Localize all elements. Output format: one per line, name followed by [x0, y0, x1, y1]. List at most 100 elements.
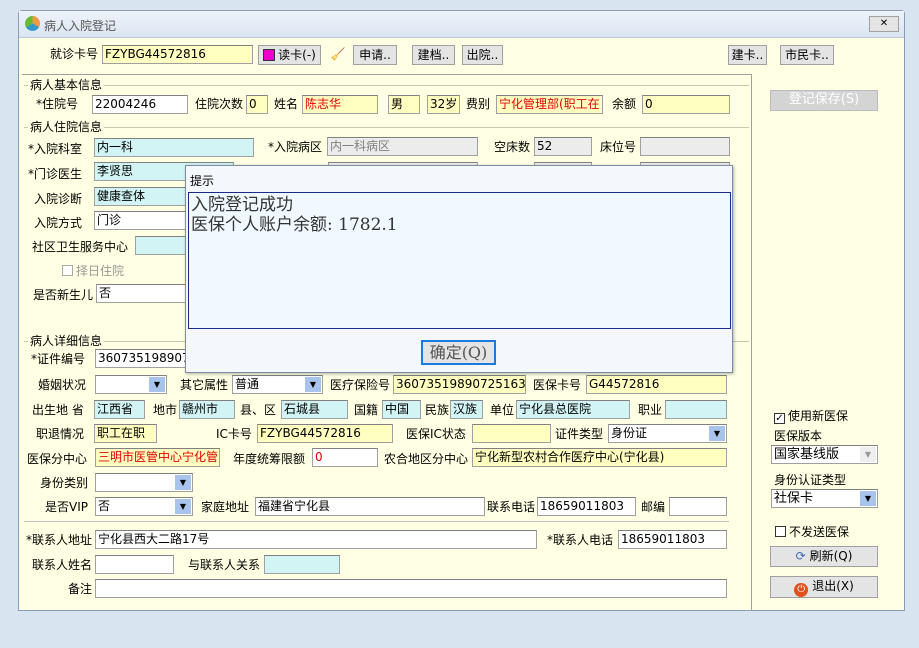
relation-input[interactable]	[264, 555, 340, 574]
create-card-button[interactable]: 建卡..	[728, 45, 767, 65]
times-input[interactable]: 0	[246, 95, 268, 114]
id-no-input[interactable]: 360735198907251	[95, 349, 195, 368]
checkbox-checked-icon: ✓	[774, 413, 785, 424]
id-type-select[interactable]: 身份证 ▼	[608, 424, 727, 443]
label: *联系人地址	[26, 533, 93, 547]
card-input[interactable]: FZYBG44572816	[102, 45, 253, 64]
label: 姓名	[274, 97, 299, 111]
schedule-checkbox[interactable]: 择日住院	[62, 264, 124, 278]
fee-type-input[interactable]: 宁化管理部(职工在	[496, 95, 603, 114]
label: 地市	[153, 403, 178, 417]
label: 联系人姓名	[32, 558, 93, 572]
insurance-center-input[interactable]: 三明市医管中心宁化管	[95, 448, 220, 467]
ic-card-input[interactable]: FZYBG44572816	[257, 424, 393, 443]
label: 医疗保险号	[330, 378, 391, 392]
marital-select[interactable]: ▼	[95, 375, 167, 394]
value: 否	[98, 499, 111, 513]
dept-input[interactable]: 内一科	[94, 138, 254, 157]
version-select[interactable]: 国家基线版 ▼	[771, 445, 878, 464]
message-line: 入院登记成功	[191, 195, 293, 215]
contact-address-input[interactable]: 宁化县西大二路17号	[95, 530, 537, 549]
ok-button[interactable]: 确定(Q)	[421, 340, 496, 365]
home-address-input[interactable]: 福建省宁化县	[255, 497, 485, 516]
insurance-card-input[interactable]: G44572816	[586, 375, 727, 394]
diagnosis-input[interactable]: 健康查体	[94, 187, 194, 206]
label: 是否VIP	[45, 500, 88, 514]
county-input[interactable]: 石城县	[281, 400, 348, 419]
label: 农合地区分中心	[384, 452, 469, 466]
sex-input[interactable]: 男	[388, 95, 420, 114]
nation-input[interactable]: 中国	[382, 400, 421, 419]
name-input[interactable]: 陈志华	[302, 95, 378, 114]
checkbox-icon	[62, 265, 73, 276]
close-button[interactable]: ✕	[869, 16, 899, 32]
refresh-icon: ⟳	[795, 549, 806, 563]
refresh-button[interactable]: ⟳ 刷新(Q)	[770, 546, 878, 567]
citizen-card-button[interactable]: 市民卡..	[780, 45, 834, 65]
chevron-down-icon: ▼	[175, 475, 191, 490]
power-icon: ⏻	[794, 583, 809, 597]
use-new-insurance-checkbox[interactable]: ✓ 使用新医保	[774, 409, 848, 424]
save-button[interactable]: 登记保存(S)	[770, 90, 878, 111]
exit-button[interactable]: ⏻ 退出(X)	[770, 576, 878, 598]
contact-phone-input[interactable]: 18659011803	[618, 530, 727, 549]
contact-name-input[interactable]	[95, 555, 174, 574]
ethnic-input[interactable]: 汉族	[450, 400, 483, 419]
chevron-down-icon: ▼	[709, 426, 725, 441]
label: *入院病区	[268, 140, 323, 154]
label: 医保IC状态	[406, 427, 466, 441]
archive-button[interactable]: 建档..	[412, 45, 455, 65]
label: 入院诊断	[34, 192, 83, 206]
annual-limit-input[interactable]: 0	[312, 448, 378, 467]
newborn-input[interactable]: 否	[96, 284, 196, 303]
retire-input[interactable]: 职工在职	[94, 424, 157, 443]
label: 使用新医保	[788, 409, 849, 423]
province-input[interactable]: 江西省	[94, 400, 145, 419]
insurance-no-input[interactable]: 360735198907251630	[393, 375, 526, 394]
rural-center-input[interactable]: 宁化新型农村合作医疗中心(宁化县)	[472, 448, 727, 467]
apply-button[interactable]: 申请..	[353, 45, 397, 65]
remark-input[interactable]	[95, 579, 727, 598]
label: 余额	[612, 97, 637, 111]
ward-input[interactable]: 内一科病区	[327, 137, 478, 156]
label: 医保版本	[774, 429, 823, 443]
phone-input[interactable]: 18659011803	[537, 497, 636, 516]
zip-input[interactable]	[669, 497, 727, 516]
label: 是否新生儿	[33, 288, 94, 302]
dialog-message: 入院登记成功 医保个人账户余额: 1782.1	[188, 192, 731, 329]
app-logo-icon	[25, 16, 40, 31]
label: 入院方式	[34, 216, 83, 230]
job-input[interactable]	[665, 400, 727, 419]
label: 职业	[638, 403, 663, 417]
chevron-down-icon: ▼	[149, 377, 165, 392]
city-input[interactable]: 赣州市	[179, 400, 235, 419]
card-reader-icon	[263, 49, 276, 61]
label: 备注	[68, 582, 93, 596]
label: 家庭地址	[201, 500, 250, 514]
age-input[interactable]: 32岁	[427, 95, 460, 114]
broom-icon[interactable]: 🧹	[328, 45, 348, 65]
no-send-checkbox[interactable]: 不发送医保	[775, 525, 849, 539]
mode-input[interactable]: 门诊	[94, 211, 194, 230]
auth-type-select[interactable]: 社保卡 ▼	[771, 489, 878, 508]
label: 县、区	[240, 403, 277, 417]
divider	[22, 74, 751, 75]
identity-select[interactable]: ▼	[95, 473, 193, 492]
inpatient-no-input[interactable]: 22004246	[92, 95, 188, 114]
beds-input: 52	[534, 137, 592, 156]
vip-select[interactable]: 否 ▼	[95, 497, 193, 516]
label: 身份认证类型	[774, 473, 847, 487]
discharge-button[interactable]: 出院..	[462, 45, 503, 65]
ic-status-input[interactable]	[472, 424, 551, 443]
balance-input[interactable]: 0	[642, 95, 730, 114]
label: 单位	[490, 403, 515, 417]
label: *证件编号	[31, 352, 86, 366]
bed-no-input[interactable]	[640, 137, 730, 156]
label: 住院次数	[195, 97, 244, 111]
unit-input[interactable]: 宁化县总医院	[516, 400, 630, 419]
group-title: 病人详细信息	[28, 334, 105, 348]
read-card-button[interactable]: 读卡(-)	[258, 45, 321, 65]
label: 空床数	[494, 140, 531, 154]
label: 社区卫生服务中心	[32, 240, 129, 254]
other-attr-select[interactable]: 普通 ▼	[232, 375, 323, 394]
